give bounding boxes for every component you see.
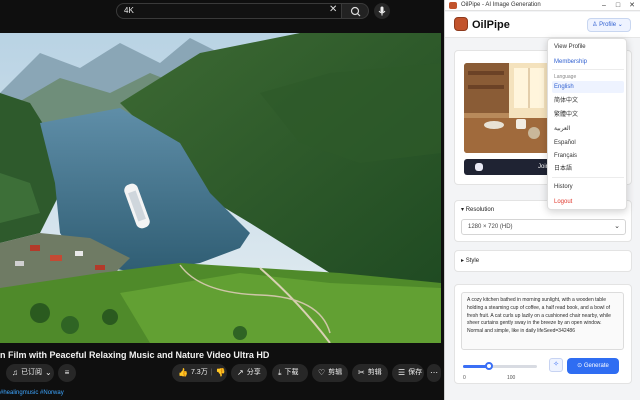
profile-label: Profile: [599, 22, 617, 28]
slider-min-label: 0: [463, 375, 466, 381]
chevron-down-icon: ⌄: [617, 22, 623, 28]
style-heading[interactable]: ▸ Style: [461, 257, 479, 265]
download-label: 下载: [284, 369, 299, 376]
chevron-down-icon: ⌄: [614, 223, 620, 230]
share-label: 分享: [246, 369, 261, 376]
slider-max-label: 100: [507, 375, 516, 381]
oilpipe-logo-icon: [454, 17, 468, 31]
sparkle-icon: ⊙: [577, 363, 584, 369]
menu-divider: [552, 69, 624, 70]
menu-item-language-ar[interactable]: العربية: [554, 125, 570, 133]
thumbs-down-icon: 👎: [215, 368, 226, 377]
subscribe-button[interactable]: ♫ 已订阅 ⌄: [6, 364, 54, 382]
magic-wand-icon: ✧: [553, 361, 559, 368]
menu-divider: [552, 177, 624, 178]
thumbs-up-icon: 👍: [178, 368, 188, 377]
screen: 4K ✕ n Film with Peaceful Relaxing Music…: [0, 0, 640, 400]
bell-icon: ♫: [12, 368, 18, 377]
menu-item-language-ja[interactable]: 日本語: [554, 165, 572, 173]
user-icon: ♙: [592, 22, 598, 28]
generate-label: Generate: [583, 363, 609, 369]
close-window-button[interactable]: ✕: [625, 0, 639, 11]
style-card[interactable]: [454, 250, 632, 272]
like-count: 7.3万: [190, 369, 208, 376]
menu-item-view-profile[interactable]: View Profile: [554, 43, 586, 51]
profile-button[interactable]: ♙ Profile ⌄: [587, 18, 631, 32]
menu-item-language-zh-cn[interactable]: 简体中文: [554, 97, 578, 105]
menu-item-language-es[interactable]: Español: [554, 139, 576, 147]
menu-item-history[interactable]: History: [554, 183, 573, 191]
like-button[interactable]: 👍 7.3万 | 👎: [172, 364, 227, 382]
top-bar: 4K ✕: [0, 0, 444, 24]
more-icon: ⋯: [430, 368, 438, 377]
slider-handle[interactable]: [484, 362, 493, 370]
enhance-button[interactable]: ✧: [549, 358, 563, 372]
prompt-textarea[interactable]: A cozy kitchen bathed in morning sunligh…: [461, 292, 624, 350]
discord-icon: [475, 163, 483, 171]
strength-slider[interactable]: [463, 362, 537, 370]
save-button[interactable]: ☰ 保存: [392, 364, 424, 382]
resolution-heading[interactable]: ▾ Resolution: [461, 206, 494, 214]
hashtags[interactable]: #healingmusic #Norway: [0, 390, 64, 396]
menu-item-language-zh-tw[interactable]: 繁體中文: [554, 111, 578, 119]
minimize-button[interactable]: –: [597, 0, 611, 11]
profile-dropdown-menu: View Profile Membership Language English…: [547, 38, 627, 210]
thanks-button[interactable]: ♡ 剪辑: [312, 364, 348, 382]
resolution-value: 1280 × 720 (HD): [468, 224, 513, 230]
window-title: OilPipe - AI Image Generation: [461, 2, 541, 8]
search-button[interactable]: [341, 3, 369, 19]
save-label: 保存: [408, 369, 423, 376]
generate-button[interactable]: ⊙ Generate: [567, 358, 619, 374]
style-label: Style: [465, 258, 480, 264]
scissors-icon: ✂: [358, 368, 365, 377]
video-player[interactable]: [0, 33, 441, 343]
playlist-add-button[interactable]: ≡: [58, 364, 76, 382]
generated-image-preview[interactable]: [464, 63, 554, 153]
menu-item-membership[interactable]: Membership: [554, 58, 587, 66]
microphone-button[interactable]: [374, 3, 390, 19]
menu-item-logout[interactable]: Logout: [554, 198, 572, 206]
video-title: n Film with Peaceful Relaxing Music and …: [0, 350, 270, 360]
clip-button[interactable]: ✂ 剪辑: [352, 364, 388, 382]
brand-name: OilPipe: [472, 19, 510, 31]
video-actions: ♫ 已订阅 ⌄ ≡ 👍 7.3万 | 👎 ↗ 分享 ⤓ 下载 ♡ 剪辑 ✂ 剪辑…: [0, 364, 444, 384]
save-icon: ☰: [398, 368, 406, 377]
search-icon: [350, 6, 361, 17]
kitchen-image: [464, 63, 554, 153]
download-icon: ⤓: [278, 368, 282, 377]
subscribe-label: 已订阅: [21, 369, 42, 376]
menu-item-language-en[interactable]: English: [554, 83, 574, 91]
app-logo-icon: [449, 2, 457, 9]
close-icon[interactable]: ✕: [329, 4, 337, 16]
video-frame-fjord: [0, 33, 441, 343]
resolution-label: Resolution: [465, 207, 495, 213]
more-button[interactable]: ⋯: [427, 364, 441, 382]
microphone-icon: [378, 6, 386, 16]
like-divider: |: [210, 369, 213, 376]
chevron-down-icon: ⌄: [45, 368, 52, 377]
menu-item-language-fr[interactable]: Français: [554, 152, 577, 160]
share-icon: ↗: [237, 368, 244, 377]
menu-language-header: Language: [554, 74, 577, 80]
search-input[interactable]: 4K: [116, 3, 342, 19]
download-button[interactable]: ⤓ 下载: [272, 364, 308, 382]
heart-icon: ♡: [318, 368, 326, 377]
resolution-select[interactable]: 1280 × 720 (HD) ⌄: [461, 219, 626, 235]
video-page: 4K ✕ n Film with Peaceful Relaxing Music…: [0, 0, 444, 400]
window-titlebar: OilPipe - AI Image Generation – □ ✕: [445, 0, 640, 11]
maximize-button[interactable]: □: [611, 0, 625, 11]
clip-label: 剪辑: [367, 369, 382, 376]
extension-header: OilPipe ♙ Profile ⌄: [445, 12, 640, 38]
playlist-add-icon: ≡: [64, 368, 70, 377]
thanks-label: 剪辑: [328, 369, 343, 376]
share-button[interactable]: ↗ 分享: [231, 364, 267, 382]
